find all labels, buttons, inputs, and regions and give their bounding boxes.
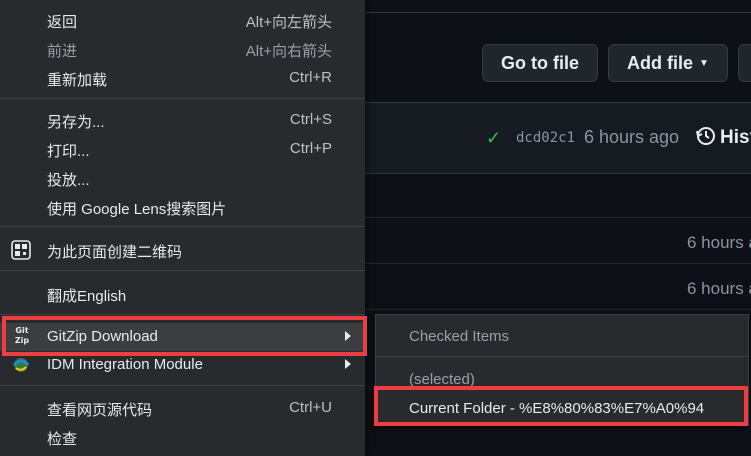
menu-item-label: 投放... <box>47 172 90 189</box>
menu-item-label: 前进 <box>47 43 78 60</box>
menu-item-forward: 前进 Alt+向右箭头 <box>0 35 365 63</box>
menu-item-shortcut: Ctrl+P <box>289 140 332 157</box>
submenu-item-label: (selected) <box>409 371 475 388</box>
history-icon[interactable] <box>695 125 717 147</box>
history-link[interactable]: Hist <box>720 127 751 149</box>
file-row-divider <box>365 217 751 218</box>
menu-item-label: 为此页面创建二维码 <box>47 244 183 261</box>
go-to-file-button[interactable]: Go to file <box>482 44 598 82</box>
check-icon: ✓ <box>486 128 502 148</box>
menu-item-shortcut: Ctrl+S <box>289 111 332 128</box>
menu-separator <box>0 314 365 315</box>
menu-item-label: 使用 Google Lens搜索图片 <box>47 201 227 218</box>
file-row-time: 6 hours a <box>687 233 751 252</box>
file-row-time: 6 hours a <box>687 279 751 298</box>
submenu-item-label: Checked Items <box>409 328 510 345</box>
caret-down-icon: ▼ <box>699 57 709 69</box>
gitzip-icon-text: Zip <box>14 336 30 345</box>
menu-item-shortcut: Ctrl+U <box>289 399 332 416</box>
menu-item-label: 翻成English <box>47 288 127 305</box>
menu-item-translate[interactable]: 翻成English <box>0 280 365 308</box>
menu-item-cast[interactable]: 投放... <box>0 164 365 192</box>
file-row-divider <box>365 263 751 264</box>
gitzip-submenu: Checked Items (selected) Current Folder … <box>375 314 749 426</box>
menu-item-save-as[interactable]: 另存为... Ctrl+S <box>0 106 365 134</box>
submenu-arrow-icon <box>345 359 351 369</box>
menu-separator <box>0 385 365 386</box>
context-menu: 返回 Alt+向左箭头 前进 Alt+向右箭头 重新加载 Ctrl+R 另存为.… <box>0 0 365 456</box>
go-to-file-label: Go to file <box>501 52 579 73</box>
menu-item-google-lens[interactable]: 使用 Google Lens搜索图片 <box>0 193 365 221</box>
menu-item-label: GitZip Download <box>47 328 158 345</box>
file-row-divider <box>365 309 751 310</box>
menu-separator <box>0 98 365 99</box>
menu-separator <box>0 226 365 227</box>
menu-item-label: 检查 <box>47 431 78 448</box>
add-file-button[interactable]: Add file ▼ <box>608 44 728 82</box>
menu-item-shortcut: Alt+向右箭头 <box>245 43 332 60</box>
menu-item-reload[interactable]: 重新加载 Ctrl+R <box>0 64 365 92</box>
gitzip-icon: Git Zip <box>10 326 34 348</box>
menu-separator <box>376 356 748 357</box>
menu-item-print[interactable]: 打印... Ctrl+P <box>0 135 365 163</box>
menu-item-shortcut: Alt+向左箭头 <box>245 14 332 31</box>
commit-time: 6 hours ago <box>584 127 680 147</box>
qr-code-icon <box>11 240 31 260</box>
menu-item-label: 重新加载 <box>47 72 108 89</box>
menu-item-idm[interactable]: IDM Integration Module <box>0 351 365 379</box>
menu-item-view-source[interactable]: 查看网页源代码 Ctrl+U <box>0 394 365 422</box>
top-divider <box>365 0 751 13</box>
submenu-item-label: Current Folder - %E8%80%83%E7%A0%94 <box>409 400 705 417</box>
menu-item-label: IDM Integration Module <box>47 356 203 373</box>
menu-item-back[interactable]: 返回 Alt+向左箭头 <box>0 6 365 34</box>
commit-hash-link[interactable]: dcd02c1 <box>516 130 575 146</box>
menu-item-label: 另存为... <box>47 114 105 131</box>
add-file-label: Add file <box>627 52 694 73</box>
menu-item-qr-code[interactable]: 为此页面创建二维码 <box>0 236 365 264</box>
menu-item-label: 查看网页源代码 <box>47 402 153 419</box>
submenu-arrow-icon <box>345 331 351 341</box>
menu-item-label: 返回 <box>47 14 78 31</box>
menu-separator <box>0 270 365 271</box>
gitzip-icon-text: Git <box>15 326 29 335</box>
menu-item-inspect[interactable]: 检查 <box>0 423 365 451</box>
idm-icon <box>12 358 30 372</box>
code-button-partial[interactable] <box>738 44 751 82</box>
menu-item-shortcut: Ctrl+R <box>289 69 332 86</box>
menu-item-gitzip-download[interactable]: Git Zip GitZip Download <box>0 323 365 351</box>
menu-item-label: 打印... <box>47 143 90 160</box>
